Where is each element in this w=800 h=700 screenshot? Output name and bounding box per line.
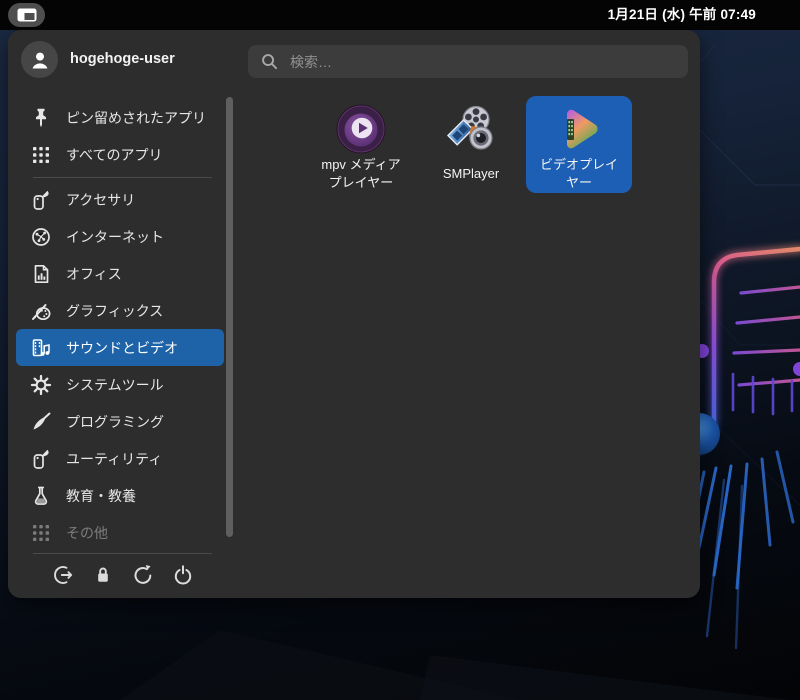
other-grid-icon — [30, 522, 52, 544]
clock[interactable]: 1月21日 (水) 午前 07:49 — [608, 0, 756, 30]
top-bar: 1月21日 (水) 午前 07:49 — [0, 0, 800, 30]
sidebar-item-label: プログラミング — [66, 413, 164, 430]
sidebar-item-label: サウンドとビデオ — [66, 339, 178, 356]
all-apps-grid-icon — [30, 144, 52, 166]
sidebar-item-internet[interactable]: インターネット — [16, 218, 224, 255]
app-smplayer[interactable]: SMPlayer — [418, 96, 524, 193]
category-sidebar: ピン留めされたアプリ すべてのアプリ アクセサリ インターネット オフィス グラ… — [16, 99, 224, 551]
applications-menu-button[interactable] — [8, 3, 45, 27]
sidebar-item-programming[interactable]: プログラミング — [16, 403, 224, 440]
mpv-icon — [336, 104, 386, 154]
smplayer-icon — [446, 105, 493, 150]
sidebar-item-all-apps[interactable]: すべてのアプリ — [16, 136, 224, 173]
search-input[interactable] — [288, 44, 688, 79]
app-video-player[interactable]: ビデオプレイ ヤー — [526, 96, 632, 193]
system-gear-icon — [30, 374, 52, 396]
window-layout-icon — [17, 8, 36, 22]
sidebar-item-label: その他 — [66, 524, 108, 541]
avatar[interactable] — [21, 41, 58, 78]
programming-trowel-icon — [30, 411, 52, 433]
sidebar-item-other[interactable]: その他 — [16, 514, 224, 551]
application-menu: hogehoge-user ピン留めされたアプリ — [8, 30, 700, 598]
sidebar-item-education[interactable]: 教育・教養 — [16, 477, 224, 514]
sidebar-divider — [33, 177, 212, 178]
sidebar-item-system-tools[interactable]: システムツール — [16, 366, 224, 403]
user-icon — [32, 52, 47, 68]
sidebar-item-label: アクセサリ — [66, 191, 136, 208]
accessories-knife-icon — [30, 189, 52, 211]
sidebar-item-utilities[interactable]: ユーティリティ — [16, 440, 224, 477]
app-label: ビデオプレイ ヤー — [539, 157, 618, 190]
shutdown-button[interactable] — [170, 562, 196, 588]
office-document-icon — [30, 263, 52, 285]
sound-video-icon — [30, 337, 52, 359]
username: hogehoge-user — [70, 51, 175, 67]
sidebar-item-office[interactable]: オフィス — [16, 255, 224, 292]
video-player-icon — [567, 109, 598, 149]
sidebar-item-label: システムツール — [66, 376, 164, 393]
lock-icon — [98, 567, 108, 582]
internet-globe-icon — [30, 226, 52, 248]
sidebar-scrollbar[interactable] — [226, 97, 233, 537]
logout-button[interactable] — [50, 562, 76, 588]
sidebar-bottom-divider — [33, 553, 212, 554]
utilities-knife-icon — [30, 448, 52, 470]
sidebar-item-graphics[interactable]: グラフィックス — [16, 292, 224, 329]
logout-icon — [54, 566, 73, 584]
sidebar-item-pinned-apps[interactable]: ピン留めされたアプリ — [16, 99, 224, 136]
lock-button[interactable] — [90, 562, 116, 588]
restart-icon — [134, 565, 152, 584]
power-icon — [174, 565, 192, 585]
restart-button[interactable] — [130, 562, 156, 588]
sidebar-item-sound-video[interactable]: サウンドとビデオ — [16, 329, 224, 366]
sidebar-item-label: オフィス — [66, 265, 122, 282]
search-icon — [261, 53, 278, 70]
sidebar-item-label: 教育・教養 — [66, 487, 136, 504]
graphics-palette-icon — [30, 300, 52, 322]
sidebar-item-label: グラフィックス — [66, 302, 164, 319]
sidebar-item-accessories[interactable]: アクセサリ — [16, 181, 224, 218]
pin-icon — [30, 107, 52, 129]
app-label: SMPlayer — [442, 166, 500, 182]
sidebar-item-label: ピン留めされたアプリ — [66, 109, 206, 126]
search-box[interactable] — [248, 44, 688, 79]
education-flask-icon — [30, 485, 52, 507]
app-label: mpv メディア プレイヤー — [321, 157, 401, 190]
sidebar-item-label: インターネット — [66, 228, 164, 245]
sidebar-item-label: すべてのアプリ — [66, 146, 163, 163]
session-actions — [8, 560, 216, 592]
app-mpv[interactable]: mpv メディア プレイヤー — [308, 96, 414, 193]
sidebar-item-label: ユーティリティ — [66, 450, 163, 467]
